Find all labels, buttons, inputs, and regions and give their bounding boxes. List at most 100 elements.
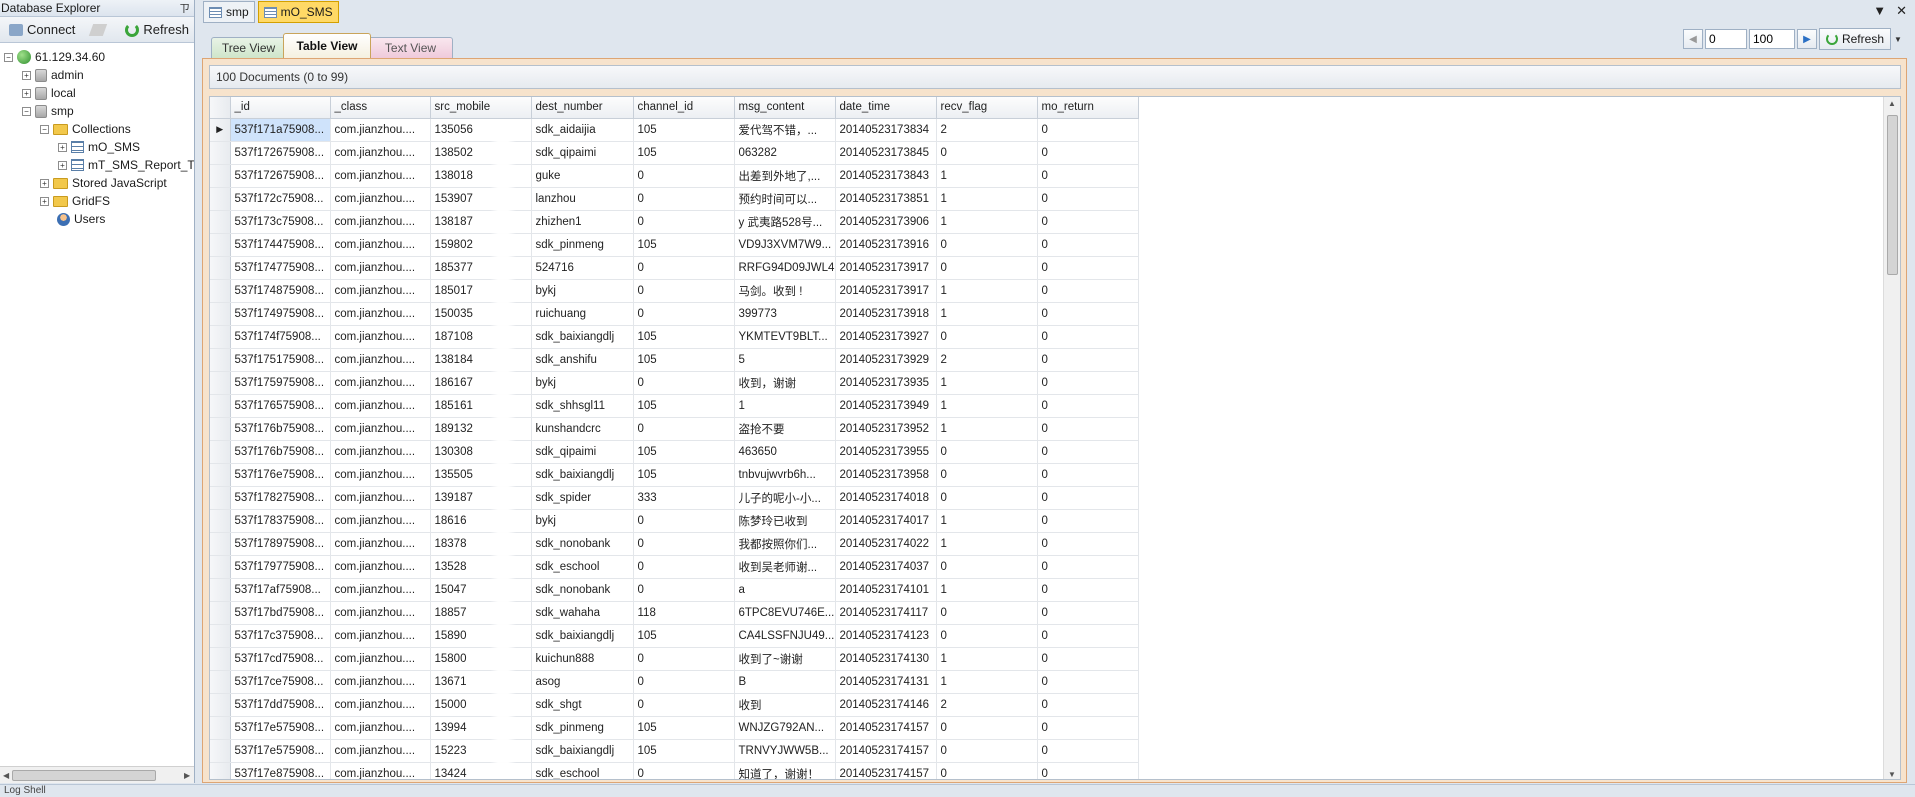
table-cell[interactable]: 524716 bbox=[531, 256, 634, 280]
table-cell[interactable]: 0 bbox=[936, 486, 1038, 510]
table-cell[interactable]: 1 bbox=[936, 670, 1038, 694]
table-cell[interactable]: com.jianzhou.... bbox=[330, 417, 431, 441]
table-cell[interactable]: 118 bbox=[633, 601, 735, 625]
row-header[interactable] bbox=[210, 647, 231, 671]
table-cell[interactable]: 20140523173927 bbox=[835, 325, 937, 349]
table-cell[interactable]: 399773 bbox=[734, 302, 836, 326]
row-header[interactable] bbox=[210, 187, 231, 211]
table-cell[interactable]: 0 bbox=[633, 279, 735, 303]
table-cell[interactable]: 0 bbox=[1037, 555, 1139, 579]
table-cell[interactable]: a bbox=[734, 578, 836, 602]
row-header[interactable] bbox=[210, 693, 231, 717]
table-cell[interactable]: 537f17af75908... bbox=[230, 578, 331, 602]
table-cell[interactable]: 1 bbox=[936, 187, 1038, 211]
pin-icon[interactable]: ㄗ bbox=[179, 0, 190, 16]
table-cell[interactable]: 0 bbox=[633, 693, 735, 717]
table-cell[interactable]: sdk_eschool bbox=[531, 762, 634, 779]
table-cell[interactable]: 0 bbox=[1037, 762, 1139, 779]
table-cell[interactable]: 1 bbox=[936, 279, 1038, 303]
table-cell[interactable]: 0 bbox=[1037, 578, 1139, 602]
tab-text-view[interactable]: Text View bbox=[368, 37, 453, 58]
expand-icon[interactable]: + bbox=[40, 178, 49, 188]
scroll-left-icon[interactable]: ◀ bbox=[3, 771, 9, 780]
table-cell[interactable]: 0 bbox=[633, 164, 735, 188]
table-cell[interactable]: 1 bbox=[936, 578, 1038, 602]
page-limit-input[interactable] bbox=[1748, 29, 1795, 49]
table-row[interactable]: 537f178275908... com.jianzhou.... 139187 sd… bbox=[210, 486, 1139, 510]
table-cell[interactable]: 20140523174022 bbox=[835, 532, 937, 556]
table-cell[interactable]: bykj bbox=[531, 509, 634, 533]
table-cell[interactable]: 537f17bd75908... bbox=[230, 601, 331, 625]
table-cell[interactable]: 0 bbox=[1037, 394, 1139, 418]
table-cell[interactable]: WNJZG792AN... bbox=[734, 716, 836, 740]
table-cell[interactable]: VD9J3XVM7W9... bbox=[734, 233, 836, 257]
table-row[interactable]: 537f172c75908... com.jianzhou.... 153907 la… bbox=[210, 187, 1139, 211]
table-cell[interactable]: 105 bbox=[633, 233, 735, 257]
table-cell[interactable]: 0 bbox=[1037, 371, 1139, 395]
scroll-down-icon[interactable]: ▼ bbox=[1888, 770, 1896, 779]
table-cell[interactable]: 537f172c75908... bbox=[230, 187, 331, 211]
row-header[interactable] bbox=[210, 716, 231, 740]
table-cell[interactable]: com.jianzhou.... bbox=[330, 233, 431, 257]
tree-node-db-local[interactable]: + local bbox=[22, 84, 76, 102]
table-cell[interactable]: 537f176e75908... bbox=[230, 463, 331, 487]
table-cell[interactable]: 0 bbox=[1037, 417, 1139, 441]
table-cell[interactable]: 0 bbox=[1037, 279, 1139, 303]
table-row[interactable]: 537f176b75908... com.jianzhou.... 189132 ku… bbox=[210, 417, 1139, 441]
table-cell[interactable]: 0 bbox=[633, 417, 735, 441]
table-cell[interactable]: 20140523174146 bbox=[835, 693, 937, 717]
row-header[interactable] bbox=[210, 555, 231, 579]
table-cell[interactable]: 0 bbox=[633, 187, 735, 211]
table-row[interactable]: 537f17af75908... com.jianzhou.... 15047 sdk… bbox=[210, 578, 1139, 602]
table-cell[interactable]: sdk_baixiangdlj bbox=[531, 739, 634, 763]
table-cell[interactable]: 20140523173955 bbox=[835, 440, 937, 464]
table-cell[interactable]: sdk_baixiangdlj bbox=[531, 325, 634, 349]
table-row[interactable]: 537f173c75908... com.jianzhou.... 138187 zh… bbox=[210, 210, 1139, 234]
table-cell[interactable]: 1 bbox=[936, 417, 1038, 441]
table-cell[interactable]: 0 bbox=[1037, 601, 1139, 625]
table-cell[interactable]: 105 bbox=[633, 118, 735, 142]
table-cell[interactable]: sdk_eschool bbox=[531, 555, 634, 579]
table-cell[interactable]: 0 bbox=[1037, 670, 1139, 694]
table-cell[interactable]: 20140523173834 bbox=[835, 118, 937, 142]
table-cell[interactable]: 0 bbox=[936, 601, 1038, 625]
row-header[interactable] bbox=[210, 532, 231, 556]
table-cell[interactable]: sdk_qipaimi bbox=[531, 440, 634, 464]
row-header[interactable] bbox=[210, 394, 231, 418]
scroll-right-icon[interactable]: ▶ bbox=[184, 771, 190, 780]
table-cell[interactable]: 20140523173851 bbox=[835, 187, 937, 211]
table-cell[interactable]: 0 bbox=[936, 141, 1038, 165]
table-cell[interactable]: com.jianzhou.... bbox=[330, 279, 431, 303]
table-cell[interactable]: 0 bbox=[633, 256, 735, 280]
table-cell[interactable]: com.jianzhou.... bbox=[330, 348, 431, 372]
table-cell[interactable]: ruichuang bbox=[531, 302, 634, 326]
table-cell[interactable]: 0 bbox=[633, 762, 735, 779]
table-cell[interactable]: 537f176b75908... bbox=[230, 417, 331, 441]
table-cell[interactable]: com.jianzhou.... bbox=[330, 647, 431, 671]
table-row[interactable]: 537f176e75908... com.jianzhou.... 135505 sd… bbox=[210, 463, 1139, 487]
table-cell[interactable]: 2 bbox=[936, 348, 1038, 372]
doc-tab-mo-sms[interactable]: mO_SMS bbox=[257, 1, 339, 23]
table-row[interactable]: 537f176575908... com.jianzhou.... 185161 sd… bbox=[210, 394, 1139, 418]
table-row[interactable]: 537f175975908... com.jianzhou.... 186167 by… bbox=[210, 371, 1139, 395]
expand-icon[interactable]: + bbox=[22, 88, 31, 98]
column-header-class[interactable]: _class bbox=[330, 97, 431, 119]
table-cell[interactable]: com.jianzhou.... bbox=[330, 486, 431, 510]
table-cell[interactable]: sdk_qipaimi bbox=[531, 141, 634, 165]
table-cell[interactable]: com.jianzhou.... bbox=[330, 509, 431, 533]
table-row[interactable]: 537f17dd75908... com.jianzhou.... 15000 sdk… bbox=[210, 693, 1139, 717]
expand-icon[interactable]: + bbox=[40, 196, 49, 206]
row-header[interactable] bbox=[210, 279, 231, 303]
table-cell[interactable]: 0 bbox=[633, 670, 735, 694]
table-cell[interactable]: 收到，谢谢 bbox=[734, 371, 836, 395]
table-cell[interactable]: com.jianzhou.... bbox=[330, 118, 431, 142]
doc-tab-smp[interactable]: smp bbox=[203, 1, 255, 23]
table-cell[interactable]: 0 bbox=[936, 256, 1038, 280]
table-cell[interactable]: 0 bbox=[1037, 348, 1139, 372]
close-icon[interactable]: ✕ bbox=[1896, 3, 1907, 19]
table-cell[interactable]: 0 bbox=[936, 716, 1038, 740]
table-cell[interactable]: com.jianzhou.... bbox=[330, 624, 431, 648]
column-header-dest-number[interactable]: dest_number bbox=[531, 97, 634, 119]
row-header[interactable] bbox=[210, 233, 231, 257]
table-cell[interactable]: 537f178375908... bbox=[230, 509, 331, 533]
